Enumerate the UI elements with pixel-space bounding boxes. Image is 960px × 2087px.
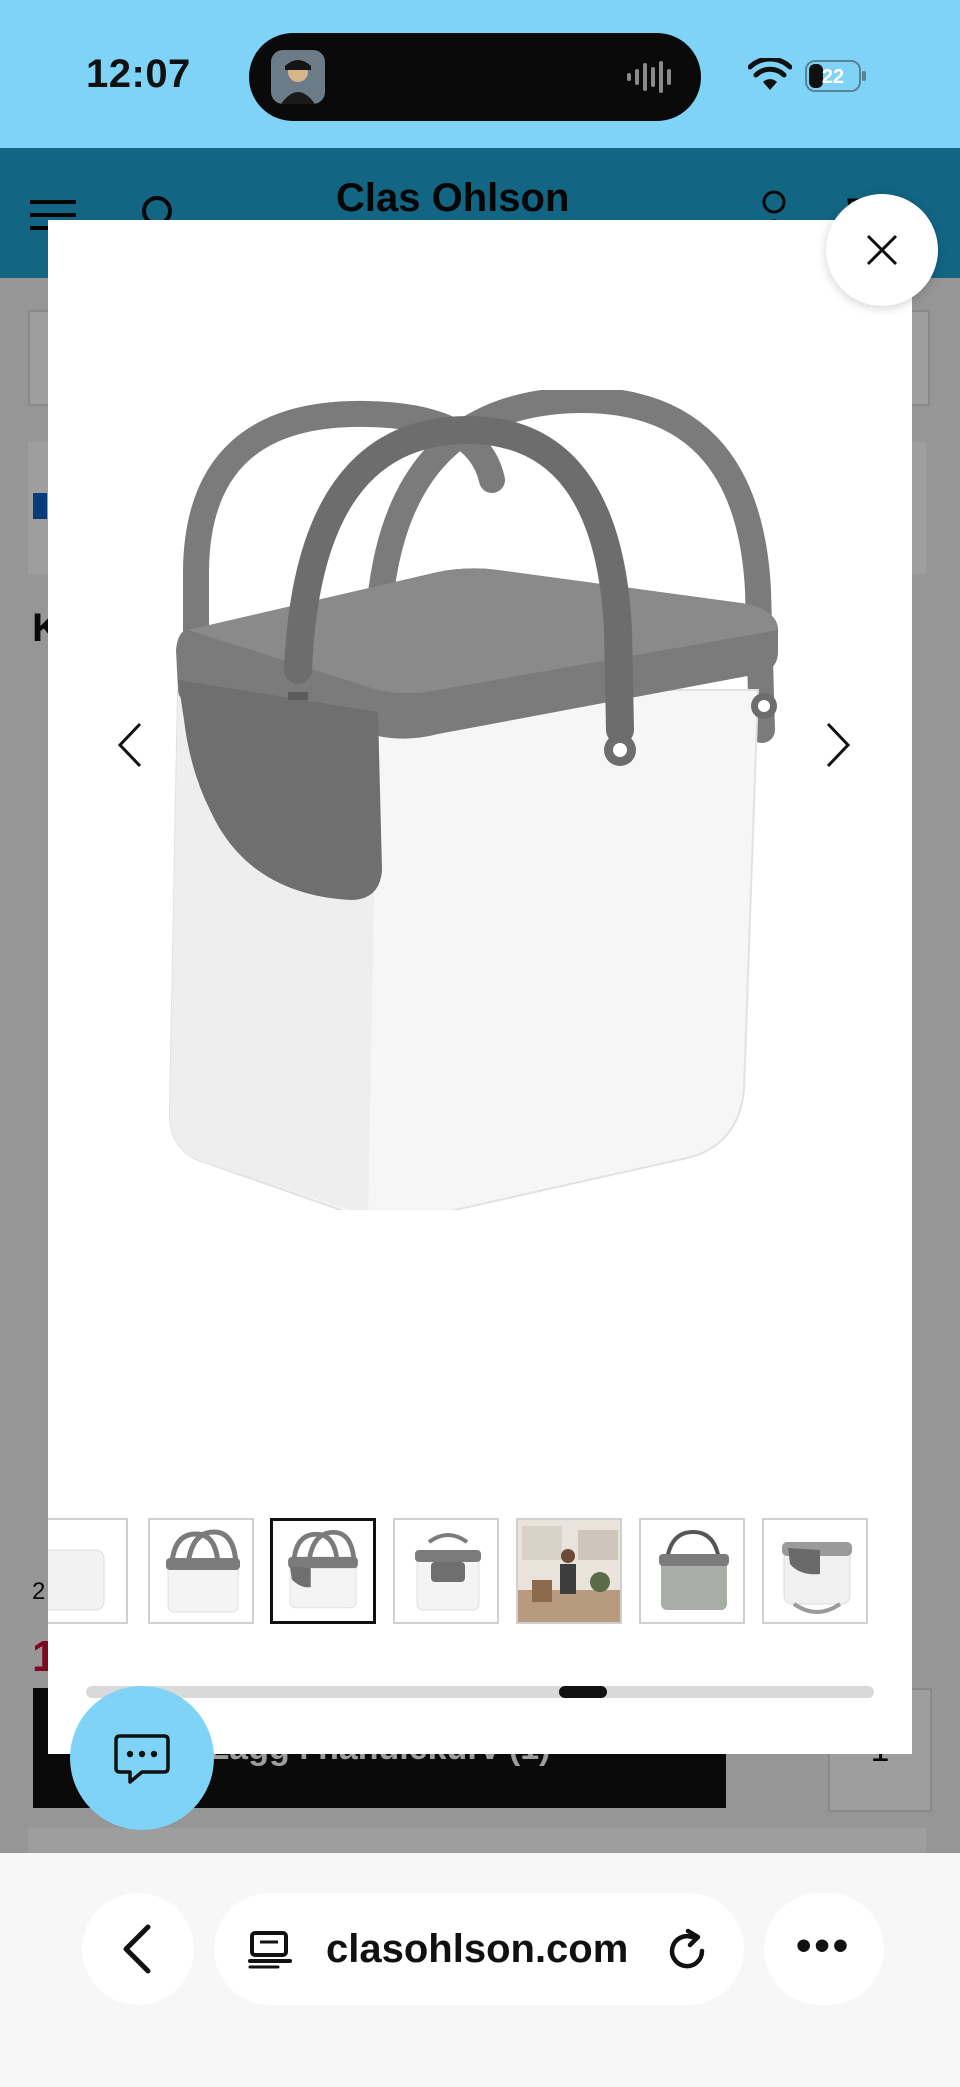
thumbnail-strip[interactable] [48, 1518, 912, 1630]
thumbnail-scrollbar[interactable] [86, 1686, 874, 1698]
status-bar: 12:07 22 [0, 0, 960, 148]
gallery-thumbnail[interactable] [639, 1518, 745, 1624]
more-button[interactable]: ••• [764, 1893, 884, 2005]
dynamic-island[interactable] [249, 33, 701, 121]
address-bar[interactable]: clasohlson.com [214, 1893, 744, 2005]
chat-button[interactable] [70, 1686, 214, 1830]
status-time: 12:07 [86, 52, 191, 96]
more-icon: ••• [796, 1921, 852, 1970]
chevron-left-icon[interactable] [106, 710, 150, 780]
browser-toolbar: clasohlson.com ••• [0, 1853, 960, 2087]
gallery-thumbnail-active[interactable] [270, 1518, 376, 1624]
image-gallery-modal [48, 220, 912, 1754]
battery-level: 22 [822, 66, 844, 88]
audio-waveform-icon [627, 61, 671, 93]
close-button[interactable] [826, 194, 938, 306]
page-tabs-icon[interactable] [248, 1931, 292, 1969]
gallery-thumbnail[interactable] [393, 1518, 499, 1624]
back-button[interactable] [82, 1893, 194, 2005]
now-playing-avatar [271, 50, 325, 104]
chat-bubble-icon [114, 1734, 170, 1784]
gallery-thumbnail[interactable] [762, 1518, 868, 1624]
battery-icon: 22 [805, 60, 867, 92]
wifi-icon [748, 58, 792, 90]
back-arrow-icon [123, 1924, 151, 1974]
close-icon [866, 234, 898, 266]
thumbnail-scrollbar-thumb[interactable] [559, 1686, 607, 1698]
chevron-right-icon[interactable] [818, 710, 862, 780]
gallery-thumbnail[interactable] [48, 1518, 128, 1624]
url-text: clasohlson.com [326, 1927, 629, 1971]
product-image [168, 390, 778, 1210]
gallery-thumbnail[interactable] [148, 1518, 254, 1624]
reload-icon[interactable] [664, 1927, 710, 1973]
gallery-thumbnail[interactable] [516, 1518, 622, 1624]
